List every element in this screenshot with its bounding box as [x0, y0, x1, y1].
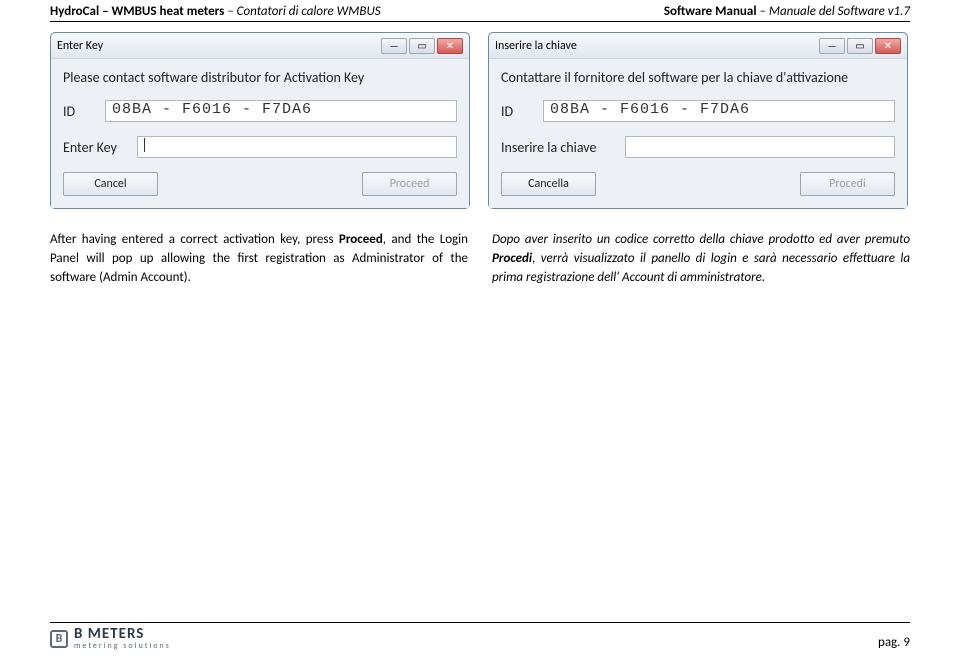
body-it-pre: Dopo aver inserito un codice corretto de…: [492, 232, 910, 247]
body-it: Dopo aver inserito un codice corretto de…: [492, 231, 910, 288]
key-label-it: Inserire la chiave: [501, 139, 611, 156]
cancel-button[interactable]: Cancella: [501, 172, 596, 196]
window-body-it: Contattare il fornitore del software per…: [489, 59, 907, 208]
enter-key-dialog-it: Inserire la chiave — ▭ ✕ Contattare il f…: [488, 32, 908, 209]
header-left-bold: HydroCal – WMBUS heat meters: [50, 4, 224, 19]
header-left: HydroCal – WMBUS heat meters – Contatori…: [50, 4, 381, 19]
titlebar-it[interactable]: Inserire la chiave — ▭ ✕: [489, 33, 907, 59]
body-en-pre: After having entered a correct activatio…: [50, 232, 339, 247]
window-title-en: Enter Key: [57, 39, 381, 53]
minimize-icon[interactable]: —: [381, 38, 407, 54]
window-controls-it: — ▭ ✕: [819, 38, 901, 54]
id-label-en: ID: [63, 103, 91, 120]
body-en: After having entered a correct activatio…: [50, 231, 468, 288]
proceed-button[interactable]: Procedi: [800, 172, 895, 196]
body-en-bold: Proceed: [339, 232, 383, 247]
button-row-en: Cancel Proceed: [63, 172, 457, 196]
header-divider: [50, 21, 910, 22]
key-field-it[interactable]: [625, 136, 895, 158]
dialogs-row: Enter Key — ▭ ✕ Please contact software …: [0, 32, 960, 209]
key-row-it: Inserire la chiave: [501, 136, 895, 158]
page-footer: B B METERS metering solutions pag. 9: [50, 622, 910, 650]
instruction-text-en: Please contact software distributor for …: [63, 69, 457, 86]
minimize-icon[interactable]: —: [819, 38, 845, 54]
page-header: HydroCal – WMBUS heat meters – Contatori…: [0, 0, 960, 19]
header-right-bold: Software Manual: [664, 4, 757, 19]
button-row-it: Cancella Procedi: [501, 172, 895, 196]
body-it-bold: Procedi: [492, 251, 532, 266]
logo-small: metering solutions: [74, 642, 171, 650]
logo-mark-icon: B: [50, 630, 68, 648]
body-text: After having entered a correct activatio…: [0, 209, 960, 288]
logo-text: B METERS metering solutions: [74, 627, 171, 650]
header-left-italic: – Contatori di calore WMBUS: [224, 4, 380, 19]
titlebar-en[interactable]: Enter Key — ▭ ✕: [51, 33, 469, 59]
header-right: Software Manual – Manuale del Software v…: [664, 4, 910, 19]
id-field-en[interactable]: 08BA - F6016 - F7DA6: [105, 100, 457, 122]
id-row-it: ID 08BA - F6016 - F7DA6: [501, 100, 895, 122]
key-row-en: Enter Key: [63, 136, 457, 158]
proceed-button[interactable]: Proceed: [362, 172, 457, 196]
window-controls-en: — ▭ ✕: [381, 38, 463, 54]
id-row-en: ID 08BA - F6016 - F7DA6: [63, 100, 457, 122]
close-icon[interactable]: ✕: [875, 38, 901, 54]
logo: B B METERS metering solutions: [50, 627, 171, 650]
maximize-icon[interactable]: ▭: [409, 38, 435, 54]
maximize-icon[interactable]: ▭: [847, 38, 873, 54]
close-icon[interactable]: ✕: [437, 38, 463, 54]
instruction-text-it: Contattare il fornitore del software per…: [501, 69, 895, 86]
window-body-en: Please contact software distributor for …: [51, 59, 469, 208]
caret-icon: [144, 138, 145, 152]
window-title-it: Inserire la chiave: [495, 39, 819, 53]
enter-key-dialog-en: Enter Key — ▭ ✕ Please contact software …: [50, 32, 470, 209]
logo-big: B METERS: [74, 627, 171, 642]
page-number: pag. 9: [878, 635, 910, 650]
header-right-italic: – Manuale del Software v1.7: [757, 4, 910, 19]
id-field-it[interactable]: 08BA - F6016 - F7DA6: [543, 100, 895, 122]
id-label-it: ID: [501, 103, 529, 120]
cancel-button[interactable]: Cancel: [63, 172, 158, 196]
key-field-en[interactable]: [137, 136, 457, 158]
body-it-post: , verrà visualizzato il panello di login…: [492, 251, 910, 285]
key-label-en: Enter Key: [63, 139, 123, 156]
